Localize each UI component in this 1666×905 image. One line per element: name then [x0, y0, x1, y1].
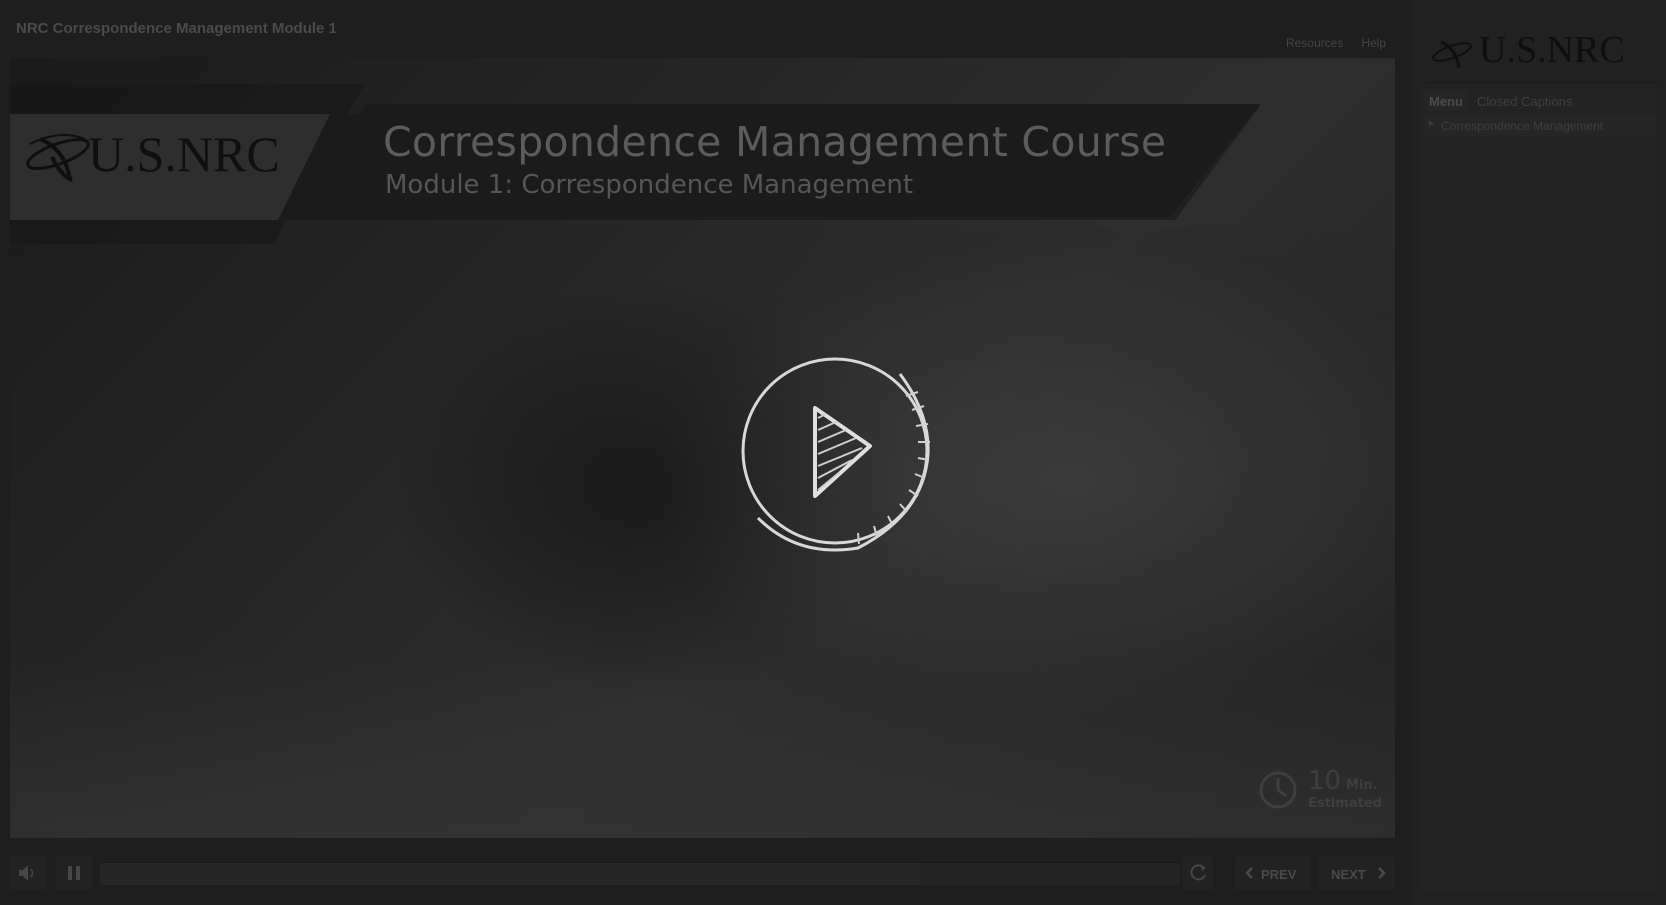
tab-menu[interactable]: Menu [1425, 92, 1467, 111]
replay-button[interactable] [1183, 856, 1213, 890]
slide-subtitle: Module 1: Correspondence Management [385, 170, 914, 200]
play-button[interactable] [730, 346, 940, 556]
progress-bar[interactable] [100, 862, 1180, 885]
chevron-right-icon [1378, 867, 1386, 879]
resources-link[interactable]: Resources [1286, 36, 1343, 50]
background-photo-desk [10, 658, 1395, 838]
help-link[interactable]: Help [1361, 36, 1386, 50]
caret-right-icon: ► [1427, 118, 1436, 128]
sidebar-divider [1425, 82, 1660, 83]
duration-badge: 10 Min. Estimated [1258, 766, 1382, 812]
prev-label: PREV [1261, 867, 1297, 882]
slide-stage: U.S.NRC Correspondence Management Course… [10, 58, 1395, 838]
prev-button[interactable]: PREV [1235, 856, 1311, 890]
play-circle-icon [741, 357, 929, 545]
pause-button[interactable] [56, 856, 92, 890]
sidebar-panel: Menu Closed Captions ► Correspondence Ma… [1421, 88, 1656, 893]
sidebar-usnrc-logo: U.S.NRC [1432, 29, 1625, 71]
top-links: Resources Help [1286, 36, 1386, 50]
sidebar-logo-text: U.S.NRC [1479, 29, 1625, 71]
progress-fill [100, 863, 921, 885]
next-label: NEXT [1331, 867, 1366, 882]
sidebar: U.S.NRC Menu Closed Captions ► Correspon… [1411, 0, 1666, 905]
mute-button[interactable] [10, 856, 46, 890]
usnrc-logo: U.S.NRC [26, 126, 280, 183]
menu-item[interactable]: ► Correspondence Management [1425, 116, 1656, 136]
logo-text: U.S.NRC [88, 126, 280, 182]
tab-closed-captions[interactable]: Closed Captions [1473, 92, 1576, 111]
replay-icon [1190, 864, 1206, 881]
chevron-left-icon [1245, 867, 1253, 879]
sidebar-tabs: Menu Closed Captions [1421, 88, 1656, 114]
duration-unit: Min. [1346, 778, 1378, 793]
player-controls: PREV NEXT [10, 856, 1395, 890]
pause-icon [68, 866, 80, 880]
speaker-icon [19, 865, 34, 881]
duration-value: 10 [1308, 766, 1342, 796]
menu-item-label: Correspondence Management [1441, 119, 1604, 133]
next-button[interactable]: NEXT [1319, 856, 1395, 890]
course-title: NRC Correspondence Management Module 1 [16, 20, 337, 37]
duration-label: Estimated [1308, 796, 1382, 811]
slide-title: Correspondence Management Course [383, 118, 1167, 166]
usnrc-emblem-icon [26, 134, 90, 183]
usnrc-emblem-icon [1432, 40, 1472, 69]
clock-icon [1259, 771, 1297, 809]
